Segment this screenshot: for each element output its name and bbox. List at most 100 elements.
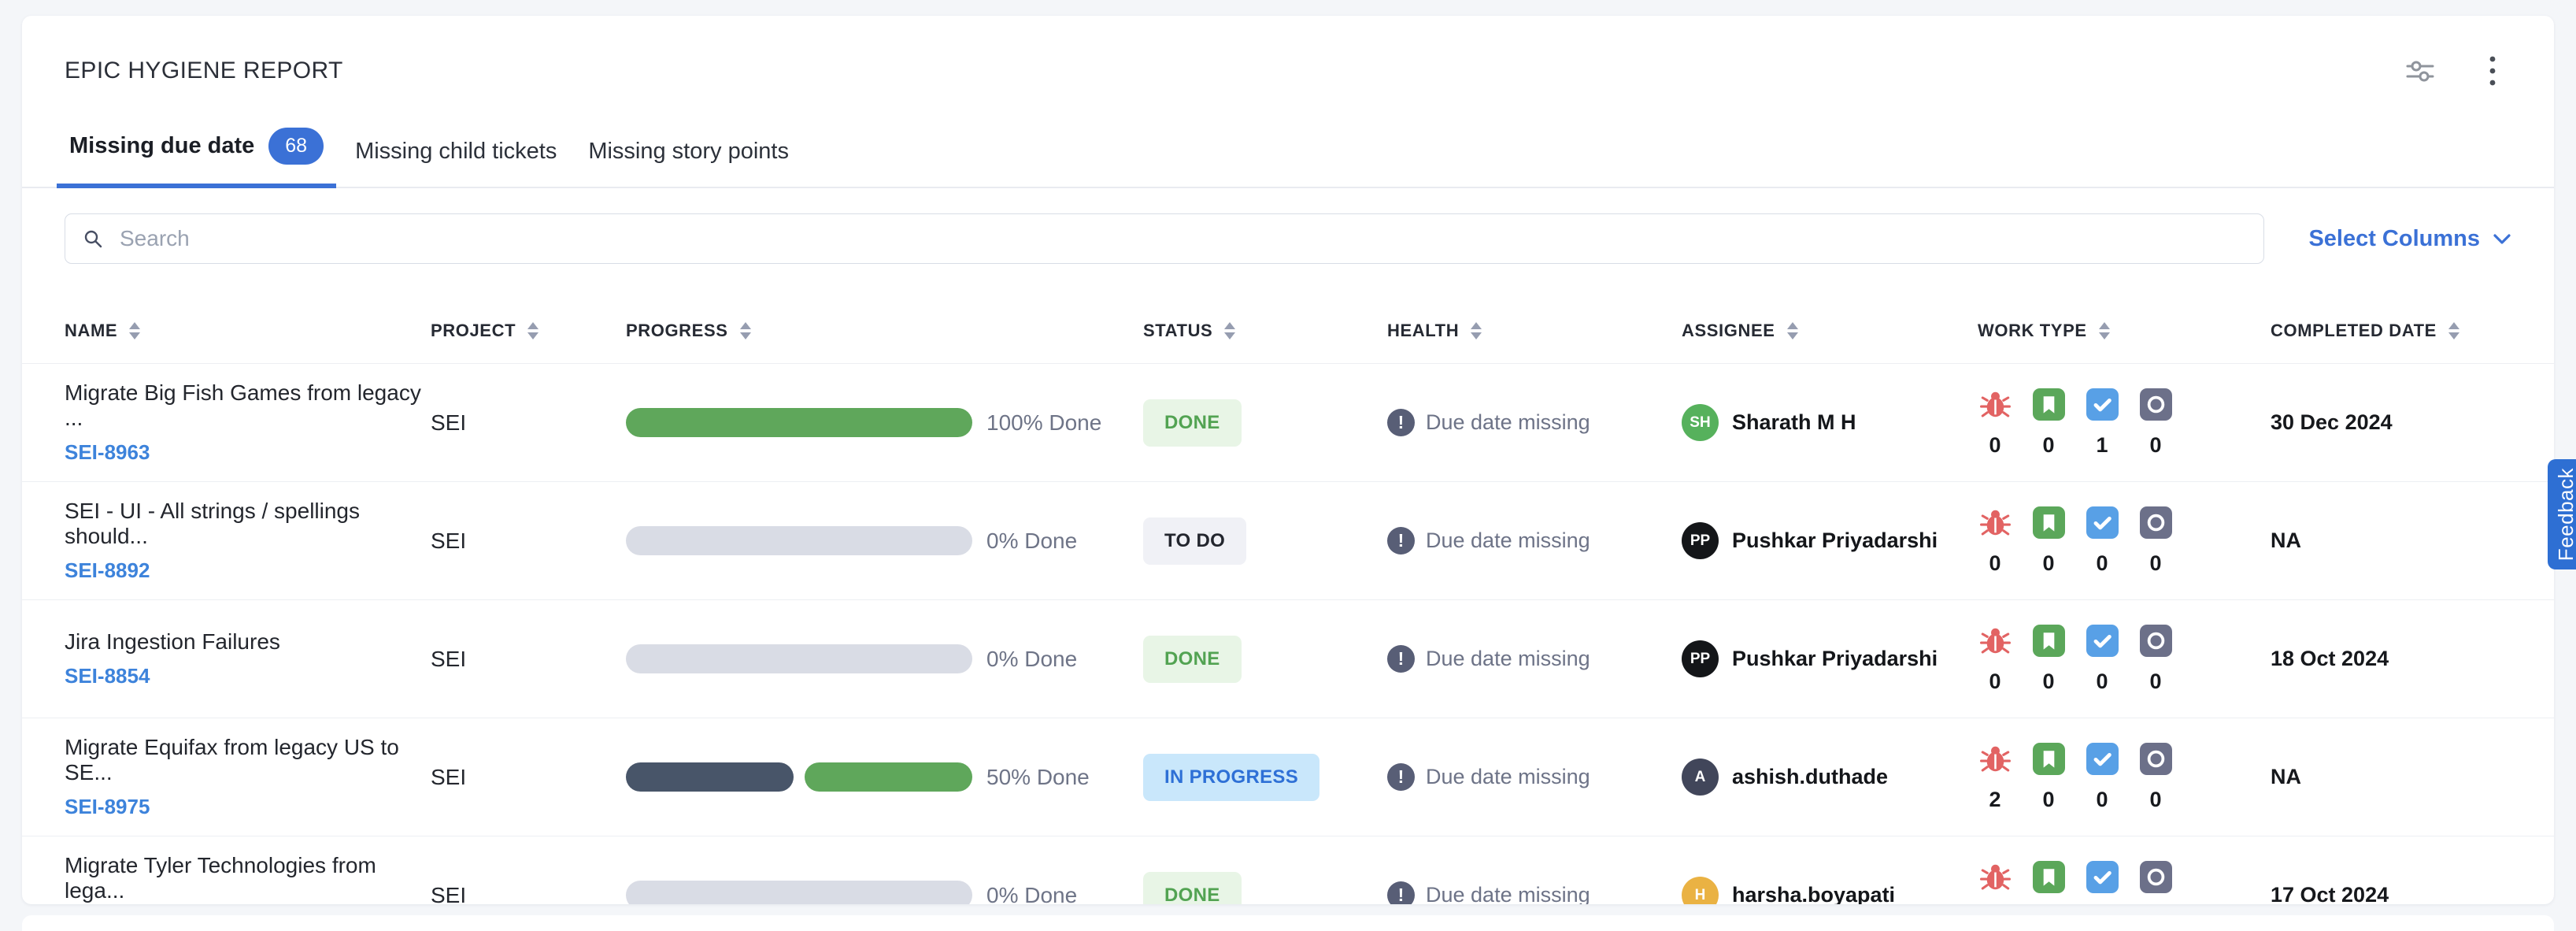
kebab-menu-icon[interactable] <box>2474 52 2511 90</box>
assignee-name: Sharath M H <box>1732 410 1856 435</box>
status-badge: IN PROGRESS <box>1143 754 1319 801</box>
page-title: EPIC HYGIENE REPORT <box>65 57 343 84</box>
work-type-incident: 0 <box>2138 743 2173 812</box>
work-type-cell: 2 0 0 0 <box>1978 743 2271 812</box>
task-icon <box>2086 506 2119 539</box>
bug-count: 0 <box>1989 433 2000 458</box>
incident-icon <box>2140 743 2172 775</box>
incident-count: 0 <box>2149 788 2161 812</box>
column-header-completed-date[interactable]: COMPLETED DATE <box>2271 321 2511 341</box>
health-label: Due date missing <box>1426 647 1590 671</box>
issue-key-link[interactable]: SEI-8854 <box>65 664 431 688</box>
progress-bar <box>626 762 972 792</box>
epic-hygiene-report-card: EPIC HYGIENE REPORT Missing <box>22 16 2554 904</box>
avatar: SH <box>1682 404 1719 441</box>
name-cell: Migrate Big Fish Games from legacy ... S… <box>65 380 431 465</box>
assignee-cell: A ashish.duthade <box>1682 759 1978 796</box>
health-cell: ! Due date missing <box>1387 409 1682 436</box>
sort-icon <box>1787 322 1798 339</box>
completed-date-cell: NA <box>2271 765 2511 789</box>
status-badge: DONE <box>1143 872 1242 905</box>
column-header-progress[interactable]: PROGRESS <box>626 321 1143 341</box>
tab-label: Missing child tickets <box>355 139 557 165</box>
work-type-bug: 0 <box>1978 388 2012 458</box>
column-header-health[interactable]: HEALTH <box>1387 321 1682 341</box>
work-type-bug: 0 <box>1978 506 2012 576</box>
progress-label: 0% Done <box>986 529 1077 554</box>
search-input[interactable] <box>120 226 2246 251</box>
tab-missing-child-tickets[interactable]: Missing child tickets <box>342 124 569 188</box>
column-header-status[interactable]: STATUS <box>1143 321 1387 341</box>
incident-icon <box>2140 625 2172 657</box>
column-header-work-type[interactable]: WORK TYPE <box>1978 321 2271 341</box>
issue-key-link[interactable]: SEI-8963 <box>65 440 431 465</box>
progress-label: 100% Done <box>986 410 1101 436</box>
story-count: 0 <box>2042 551 2054 576</box>
table-header-row: NAME PROJECT PROGRESS STATUS HEALTH ASSI… <box>22 299 2554 363</box>
completed-date-cell: 17 Oct 2024 <box>2271 883 2511 904</box>
work-type-bug: 0 <box>1978 861 2012 905</box>
table-row: Jira Ingestion Failures SEI-8854 SEI 0% … <box>22 599 2554 718</box>
work-type-incident: 0 <box>2138 861 2173 905</box>
status-cell: IN PROGRESS <box>1143 754 1387 801</box>
work-type-cell: 0 0 0 0 <box>1978 861 2271 905</box>
task-count: 0 <box>2096 551 2108 576</box>
progress-cell: 0% Done <box>626 526 1143 555</box>
select-columns-button[interactable]: Select Columns <box>2308 226 2511 252</box>
status-cell: DONE <box>1143 399 1387 447</box>
project-cell: SEI <box>431 647 626 672</box>
task-icon <box>2086 625 2119 657</box>
issue-key-link[interactable]: SEI-8975 <box>65 795 431 819</box>
sort-icon <box>740 322 751 339</box>
progress-segment <box>626 881 972 904</box>
work-type-task: 1 <box>2085 388 2119 458</box>
story-count: 0 <box>2042 433 2054 458</box>
issue-name: Migrate Equifax from legacy US to SE... <box>65 735 431 785</box>
incident-count: 0 <box>2149 551 2161 576</box>
name-cell: Jira Ingestion Failures SEI-8854 <box>65 629 431 688</box>
work-type-incident: 0 <box>2138 625 2173 694</box>
bug-count: 0 <box>1989 670 2000 694</box>
bug-icon <box>1979 861 2012 893</box>
health-label: Due date missing <box>1426 883 1590 904</box>
progress-segment-done <box>805 762 972 792</box>
column-header-name[interactable]: NAME <box>65 321 431 341</box>
health-cell: ! Due date missing <box>1387 763 1682 791</box>
sort-icon <box>2448 322 2459 339</box>
feedback-tab[interactable]: Feedback <box>2548 459 2576 569</box>
work-type-story: 0 <box>2031 625 2066 694</box>
status-cell: TO DO <box>1143 517 1387 565</box>
work-type-story: 0 <box>2031 743 2066 812</box>
incident-icon <box>2140 506 2172 539</box>
tab-missing-due-date[interactable]: Missing due date 68 <box>57 113 336 188</box>
story-icon <box>2033 388 2065 421</box>
tab-missing-story-points[interactable]: Missing story points <box>576 124 801 188</box>
assignee-name: harsha.boyapati <box>1732 883 1895 904</box>
table-row: Migrate Big Fish Games from legacy ... S… <box>22 363 2554 481</box>
work-type-story: 0 <box>2031 506 2066 576</box>
avatar: PP <box>1682 522 1719 559</box>
work-type-bug: 2 <box>1978 743 2012 812</box>
search-box[interactable] <box>65 213 2264 264</box>
bug-count: 2 <box>1989 788 2000 812</box>
assignee-name: Pushkar Priyadarshi <box>1732 647 1938 671</box>
status-badge: DONE <box>1143 399 1242 447</box>
tab-label: Missing due date <box>69 133 254 159</box>
progress-cell: 0% Done <box>626 881 1143 904</box>
work-type-story: 0 <box>2031 861 2066 905</box>
issue-key-link[interactable]: SEI-8892 <box>65 558 431 583</box>
project-cell: SEI <box>431 410 626 436</box>
incident-count: 0 <box>2149 670 2161 694</box>
tab-count-badge: 68 <box>268 128 324 165</box>
column-header-assignee[interactable]: ASSIGNEE <box>1682 321 1978 341</box>
name-cell: Migrate Equifax from legacy US to SE... … <box>65 735 431 819</box>
tab-bar: Missing due date 68 Missing child ticket… <box>22 113 2554 188</box>
work-type-incident: 0 <box>2138 506 2173 576</box>
work-type-task: 0 <box>2085 625 2119 694</box>
health-cell: ! Due date missing <box>1387 645 1682 673</box>
exclamation-icon: ! <box>1387 881 1415 904</box>
progress-segment <box>626 526 972 555</box>
column-header-project[interactable]: PROJECT <box>431 321 626 341</box>
sliders-icon[interactable] <box>2401 52 2439 90</box>
task-count: 0 <box>2096 670 2108 694</box>
